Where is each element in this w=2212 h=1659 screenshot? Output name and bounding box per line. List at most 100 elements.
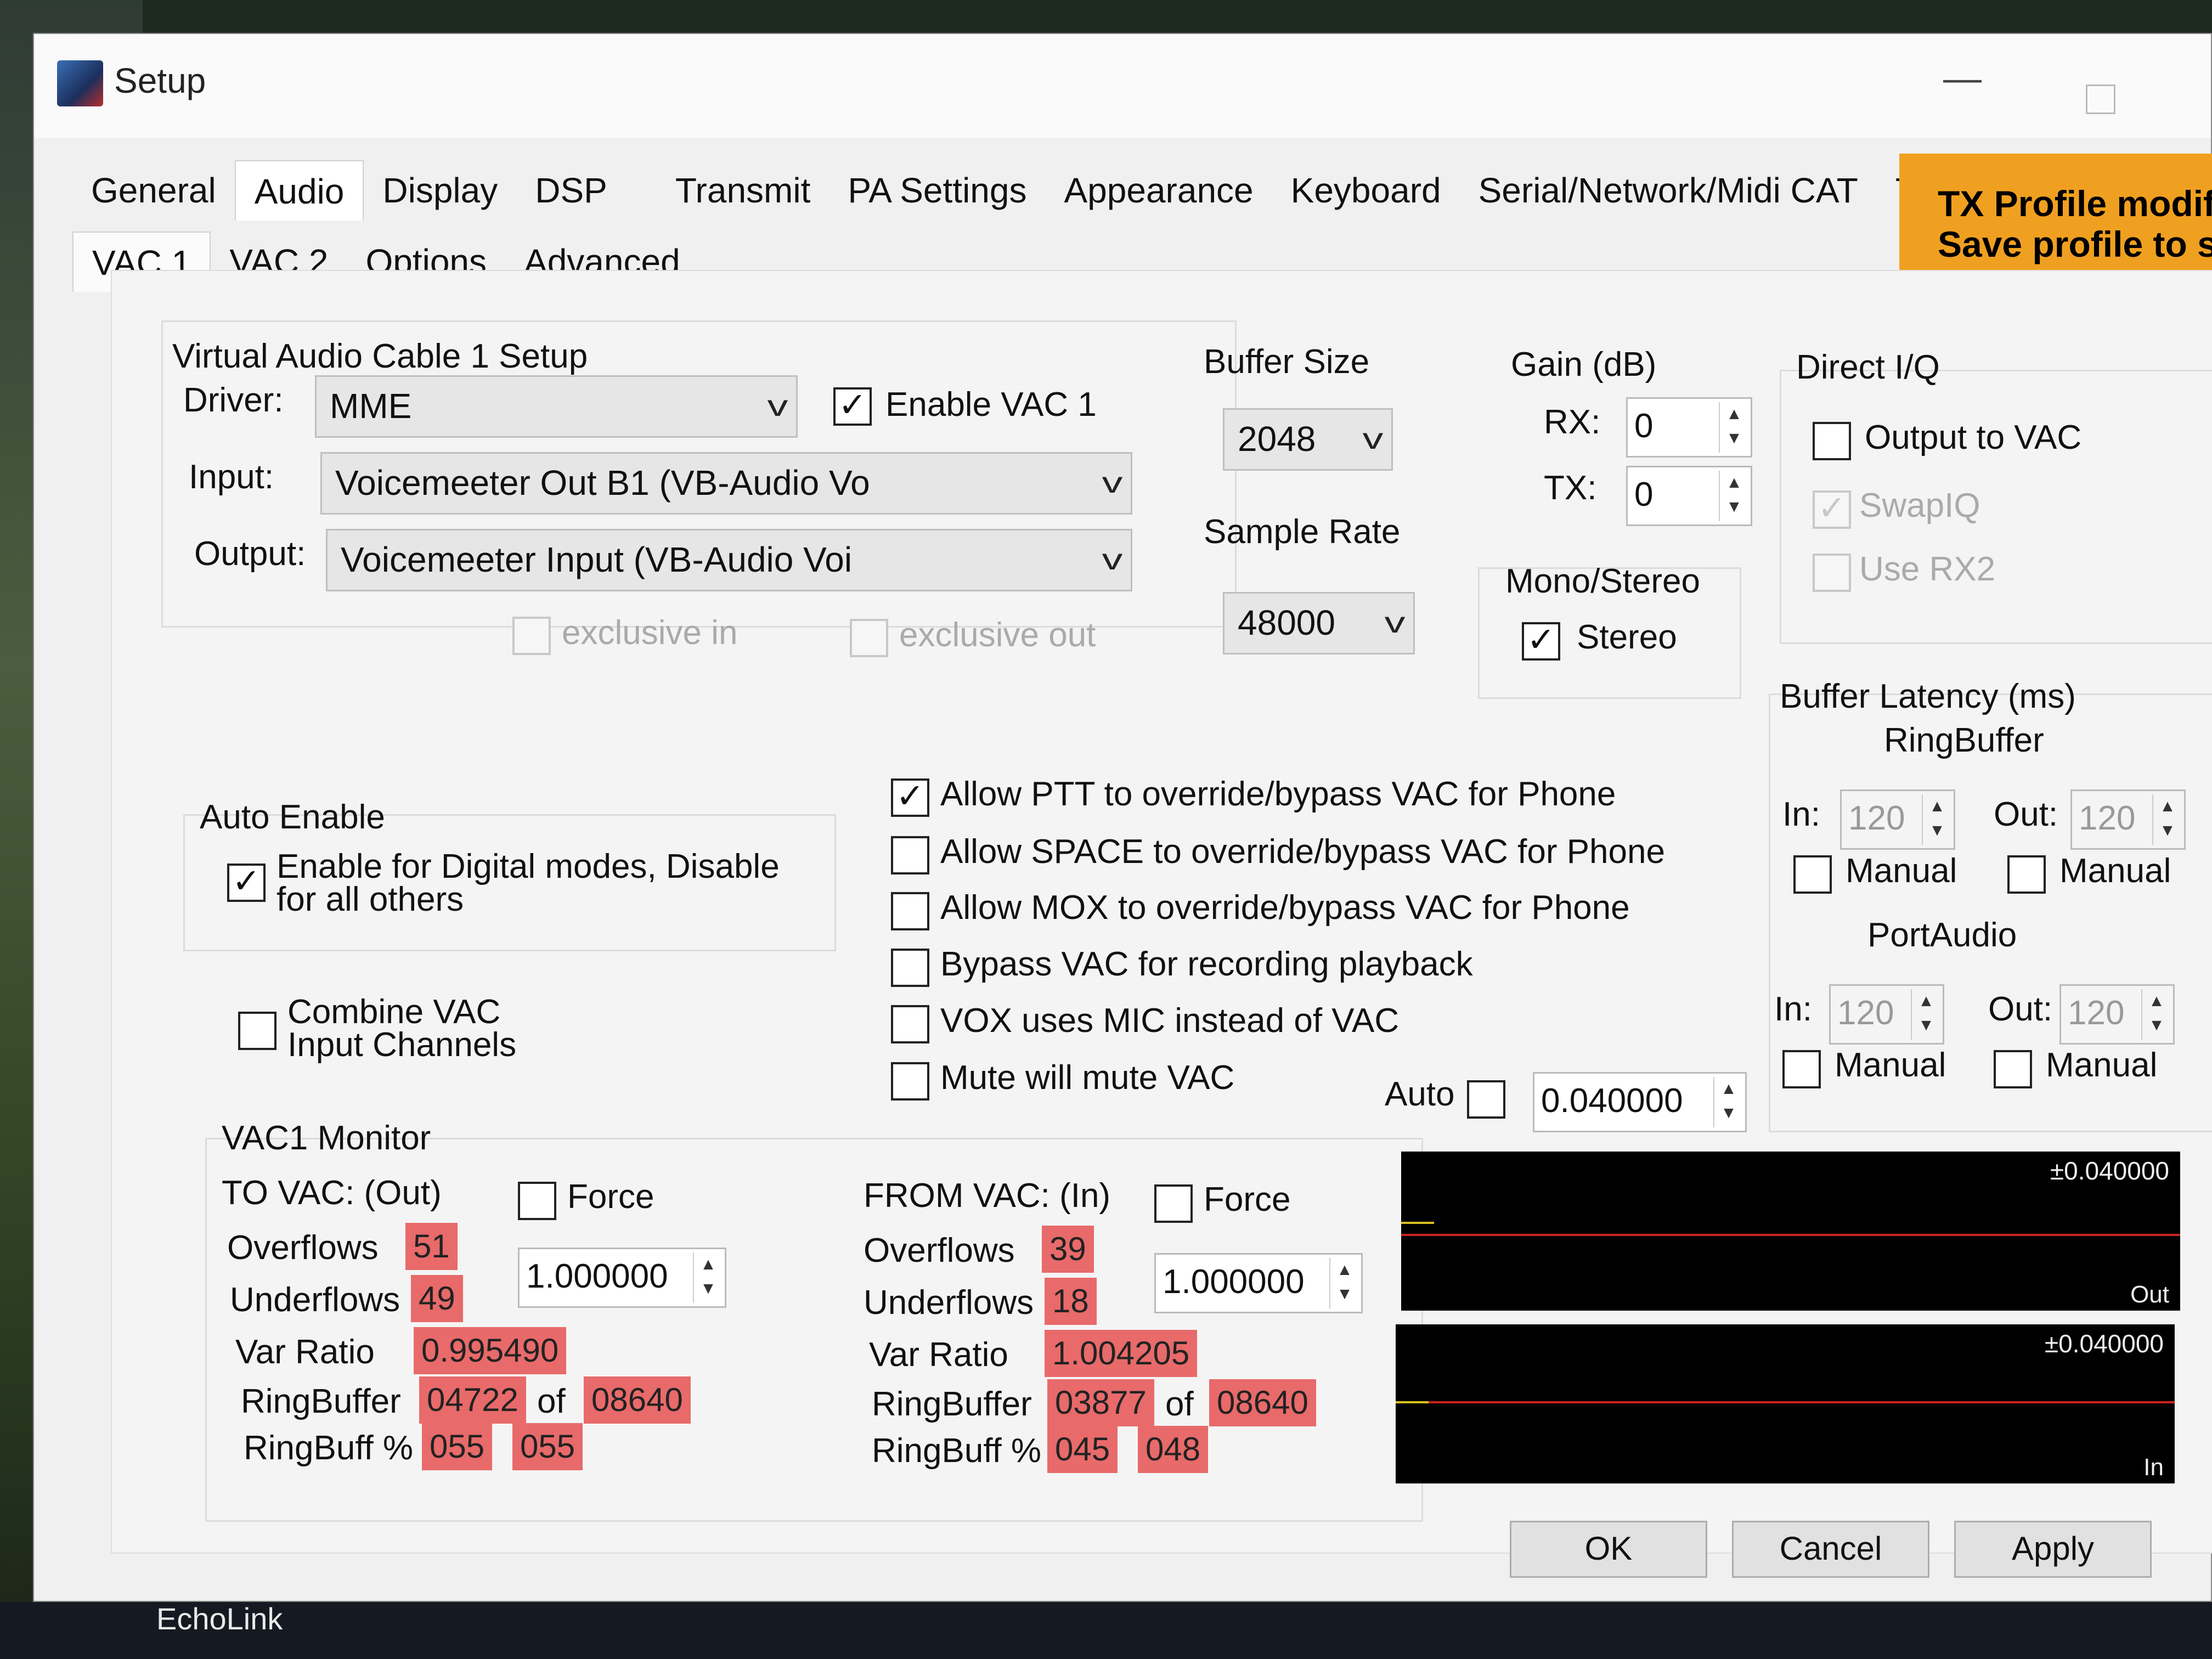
output-value: Voicemeeter Input (VB-Audio Voi [341,540,853,579]
buffer-latency-title: Buffer Latency (ms) [1780,678,2076,715]
rb-out-spinner[interactable]: 120 ▲ ▼ [2070,789,2186,850]
tab-appearance[interactable]: Appearance [1045,160,1272,221]
auto-enable-title: Auto Enable [200,798,385,836]
to-force-checkbox[interactable] [518,1182,556,1220]
combine-vac-checkbox[interactable] [238,1012,276,1050]
window-title: Setup [114,61,206,100]
from-ringbuff-pct-label: RingBuff % [872,1432,1042,1470]
exclusive-out-checkbox[interactable] [850,619,888,657]
auto-checkbox[interactable] [1467,1080,1505,1119]
to-overflows-label: Overflows [227,1229,379,1267]
pa-in-spinner[interactable]: 120 ▲ ▼ [1829,984,1944,1045]
gain-rx-label: RX: [1544,403,1601,441]
bypass-recording-checkbox[interactable] [891,949,929,987]
pa-out-spinner[interactable]: 120 ▲ ▼ [2059,984,2175,1045]
spinner-arrows-icon[interactable]: ▲ ▼ [1922,794,1951,845]
allow-space-checkbox[interactable] [891,836,929,874]
allow-mox-label: Allow MOX to override/bypass VAC for Pho… [940,889,1630,927]
mute-vac-label: Mute will mute VAC [940,1059,1235,1097]
spinner-arrows-icon[interactable]: ▲ ▼ [2141,989,2171,1040]
exclusive-in-checkbox[interactable] [512,617,551,655]
rb-in-manual-label: Manual [1846,852,1957,890]
out-scope-marker [1401,1222,1434,1224]
from-force-label: Force [1204,1181,1291,1218]
direct-iq-title: Direct I/Q [1796,348,1940,386]
vac-setup-title: Virtual Audio Cable 1 Setup [172,337,588,375]
tab-audio[interactable]: Audio [234,160,364,221]
tab-keyboard[interactable]: Keyboard [1272,160,1460,221]
rb-in-spinner[interactable]: 120 ▲ ▼ [1840,789,1955,850]
gain-tx-spinner[interactable]: 0 ▲ ▼ [1626,466,1752,526]
from-ringbuff-pct-b: 048 [1138,1426,1209,1473]
auto-enable-checkbox[interactable]: ✓ [227,864,266,902]
allow-ptt-checkbox[interactable]: ✓ [891,778,929,817]
rb-out-manual-checkbox[interactable] [2007,855,2046,894]
use-rx2-checkbox[interactable] [1813,554,1851,592]
input-select[interactable]: Voicemeeter Out B1 (VB-Audio Vo v [320,452,1132,515]
tab-general[interactable]: General [72,160,235,221]
spinner-arrows-icon[interactable]: ▲ ▼ [693,1252,723,1303]
to-ringbuff-pct-b: 055 [512,1423,583,1470]
use-rx2-label: Use RX2 [1859,550,1996,588]
spinner-arrows-icon[interactable]: ▲ ▼ [1911,989,1940,1040]
maximize-icon[interactable] [2086,84,2115,114]
from-ringbuff-pct-a: 045 [1047,1426,1118,1473]
minimize-icon[interactable]: — [1943,56,1982,100]
spinner-arrows-icon[interactable]: ▲ ▼ [1329,1258,1359,1308]
vac1-panel: Virtual Audio Cable 1 Setup Driver: MME v… [111,270,2212,1554]
tab-serial-network[interactable]: Serial/Network/Midi CAT [1460,160,1877,221]
to-ratio-spinner[interactable]: 1.000000 ▲ ▼ [518,1248,726,1308]
chevron-down-icon: v [767,390,788,422]
chevron-down-icon: v [1102,543,1123,576]
gain-rx-spinner[interactable]: 0 ▲ ▼ [1626,397,1752,458]
taskbar [0,1602,2212,1659]
spinner-arrows-icon[interactable]: ▲ ▼ [1713,1077,1743,1127]
tab-pa-settings[interactable]: PA Settings [829,160,1045,221]
driver-label: Driver: [183,381,284,419]
output-select[interactable]: Voicemeeter Input (VB-Audio Voi v [326,529,1132,591]
buffer-size-select[interactable]: 2048 v [1223,408,1393,471]
pa-in-manual-checkbox[interactable] [1782,1050,1821,1088]
spinner-arrows-icon[interactable]: ▲ ▼ [1719,402,1748,453]
tab-transmit[interactable]: Transmit [626,160,830,221]
spinner-arrows-icon[interactable]: ▲ ▼ [1719,471,1748,521]
tab-display[interactable]: Display [364,160,516,221]
from-force-checkbox[interactable] [1154,1184,1193,1223]
from-var-ratio-value: 1.004205 [1045,1330,1198,1377]
taskbar-echolink[interactable]: EchoLink [156,1601,283,1637]
rb-in-value: 120 [1848,799,1905,837]
cancel-button[interactable]: Cancel [1732,1521,1929,1578]
from-var-ratio-label: Var Ratio [869,1336,1008,1374]
gain-tx-label: TX: [1544,469,1597,507]
auto-scale-spinner[interactable]: 0.040000 ▲ ▼ [1533,1072,1747,1132]
from-ratio-spinner[interactable]: 1.000000 ▲ ▼ [1154,1253,1363,1313]
enable-vac1-checkbox[interactable]: ✓ [833,387,872,426]
tx-profile-banner[interactable]: TX Profile modifi Save profile to sto [1899,154,2212,285]
allow-mox-checkbox[interactable] [891,892,929,930]
driver-select[interactable]: MME v [315,375,798,438]
output-to-vac-checkbox[interactable] [1813,422,1851,460]
rb-in-manual-checkbox[interactable] [1793,855,1832,894]
title-bar[interactable]: Setup — [34,34,2211,138]
stereo-checkbox[interactable]: ✓ [1522,622,1560,661]
buffer-size-value: 2048 [1238,419,1316,459]
mono-stereo-title: Mono/Stereo [1505,562,1700,600]
app-icon [57,60,103,106]
sample-rate-select[interactable]: 48000 v [1223,592,1415,654]
swap-iq-label: SwapIQ [1859,487,1980,524]
to-underflows-value: 49 [411,1275,463,1322]
spinner-arrows-icon[interactable]: ▲ ▼ [2152,794,2182,845]
exclusive-in-label: exclusive in [562,614,738,652]
chevron-down-icon: v [1362,422,1384,455]
gain-title: Gain (dB) [1511,346,1657,383]
mute-vac-checkbox[interactable] [891,1062,929,1101]
rb-out-label: Out: [1994,795,2058,833]
tab-dsp[interactable]: DSP [516,160,626,221]
ringbuffer-title: RingBuffer [1884,721,2044,759]
ok-button[interactable]: OK [1510,1521,1707,1578]
vox-mic-checkbox[interactable] [891,1005,929,1043]
pa-out-manual-checkbox[interactable] [1994,1050,2032,1088]
swap-iq-checkbox[interactable]: ✓ [1813,490,1851,529]
apply-button[interactable]: Apply [1954,1521,2152,1578]
from-ringbuffer-label: RingBuffer [872,1385,1032,1423]
